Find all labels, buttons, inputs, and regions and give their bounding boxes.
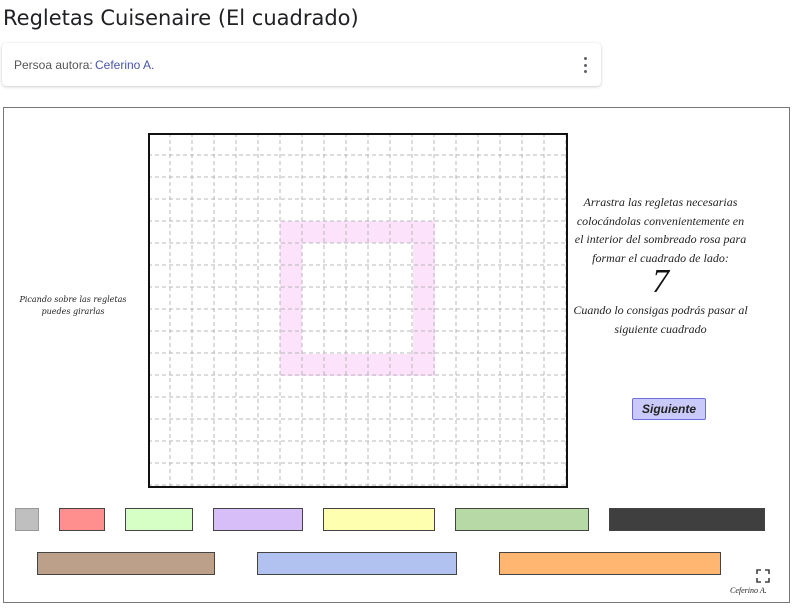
- rod-1[interactable]: [15, 508, 39, 531]
- rod-10[interactable]: [499, 552, 721, 575]
- rod-3[interactable]: [125, 508, 193, 531]
- author-link[interactable]: Ceferino A.: [95, 58, 154, 72]
- target-square-hole: [302, 243, 413, 354]
- fullscreen-icon[interactable]: [756, 569, 770, 583]
- rod-9[interactable]: [257, 552, 457, 575]
- rod-4[interactable]: [213, 508, 303, 531]
- next-button[interactable]: Siguiente: [632, 398, 706, 420]
- more-vertical-icon[interactable]: [582, 56, 588, 74]
- rod-7[interactable]: [609, 508, 765, 531]
- author-label: Persoa autora:: [14, 58, 93, 72]
- rod-8[interactable]: [37, 552, 215, 575]
- geogebra-applet: Picando sobre las regletas puedes girarl…: [3, 107, 790, 603]
- rotate-hint: Picando sobre las regletas puedes girarl…: [19, 295, 127, 316]
- author-card: Persoa autora: Ceferino A.: [2, 43, 601, 86]
- instructions-text: Arrastra las regletas necesarias colocán…: [574, 195, 747, 265]
- page-title: Regletas Cuisenaire (El cuadrado): [3, 6, 359, 30]
- work-grid: [148, 133, 568, 488]
- side-length-value: 7: [652, 263, 669, 300]
- instructions-next-text: Cuando lo consigas podrás pasar al sigui…: [573, 303, 748, 336]
- rod-6[interactable]: [455, 508, 589, 531]
- credit-text: Ceferino A.: [730, 586, 767, 595]
- rod-5[interactable]: [323, 508, 435, 531]
- rod-2[interactable]: [59, 508, 105, 531]
